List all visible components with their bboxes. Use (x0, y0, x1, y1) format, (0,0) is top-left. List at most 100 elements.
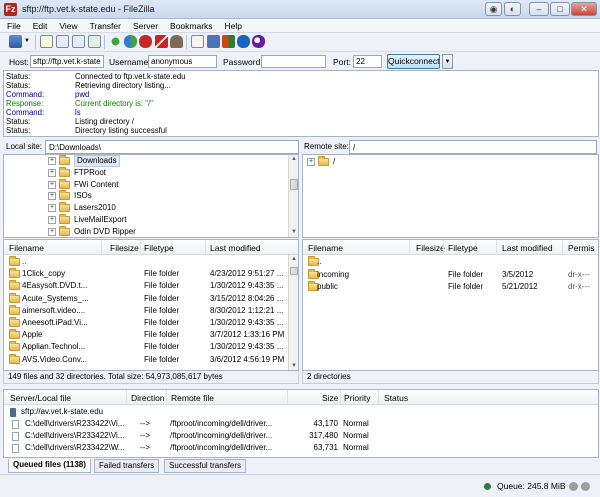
tree-item[interactable]: + Downloads (4, 155, 284, 167)
file-row[interactable]: .. (4, 256, 287, 267)
reconnect-icon[interactable] (170, 35, 183, 48)
tree-item[interactable]: + Odin DVD Ripper (4, 225, 284, 237)
menu-edit[interactable]: Edit (26, 19, 53, 31)
cancel-icon[interactable] (139, 35, 152, 48)
column-filename[interactable]: Filename (308, 243, 343, 253)
expand-icon[interactable]: + (48, 168, 56, 177)
column-server-local-file[interactable]: Server/Local file (10, 393, 71, 403)
column-status[interactable]: Status (384, 393, 408, 403)
queue-item[interactable]: C:\dell\drivers\R233422\Vi... --> /ftproot… (4, 418, 598, 430)
scroll-down-icon[interactable]: ▼ (289, 362, 298, 370)
expand-icon[interactable]: + (48, 204, 56, 213)
local-directory-tree[interactable]: ▲ ▼ + Downloads + FTPRoot + FWi Content + ISOs +… (3, 154, 299, 238)
column-remote-file[interactable]: Remote file (171, 393, 214, 403)
scroll-up-icon[interactable]: ▲ (289, 155, 298, 164)
sync-browse-icon[interactable] (237, 35, 250, 48)
theme-icon[interactable]: ◐ (504, 2, 521, 16)
compare-icon[interactable] (222, 35, 235, 48)
file-row[interactable]: aimersoft.video.... File folder 8/30/2012 … (4, 304, 287, 316)
message-log[interactable]: Status: Connected to ftp.vet.k-state.edu S… (3, 70, 599, 137)
host-input[interactable]: sftp://ftp.vet.k-state (30, 55, 104, 68)
column-filesize[interactable]: Filesize (416, 243, 445, 253)
refresh-icon[interactable] (109, 35, 122, 48)
expand-icon[interactable]: + (48, 216, 56, 224)
remote-site-input[interactable]: / (349, 140, 597, 154)
view-hidden-icon[interactable] (191, 35, 204, 48)
process-queue-icon[interactable] (124, 35, 137, 48)
file-row[interactable]: AVS.Video.Conv... File folder 3/6/2012 4:5… (4, 353, 287, 365)
remote-file-list[interactable]: Filename Filesize Filetype Last modified… (302, 239, 599, 371)
column-last-modified[interactable]: Last modified (502, 243, 553, 253)
local-site-input[interactable]: D:\Downloads\ (45, 140, 299, 154)
quickconnect-dropdown-icon[interactable]: ▼ (442, 54, 453, 69)
column-filesize[interactable]: Filesize (110, 243, 139, 253)
column-last-modified[interactable]: Last modified (210, 243, 261, 253)
search-icon[interactable] (252, 35, 265, 48)
maximize-button[interactable]: □ (550, 2, 570, 16)
site-manager-dropdown-icon[interactable]: ▼ (24, 35, 32, 48)
toggle-remote-tree-icon[interactable] (72, 35, 85, 48)
disconnect-icon[interactable] (155, 35, 168, 48)
menu-server[interactable]: Server (126, 19, 163, 31)
transfer-queue[interactable]: Server/Local file Direction Remote file … (3, 389, 599, 458)
tab-successful-transfers[interactable]: Successful transfers (164, 459, 247, 473)
scroll-down-icon[interactable]: ▼ (289, 228, 298, 237)
local-list-scrollbar[interactable]: ▲ ▼ (288, 255, 298, 370)
file-row[interactable]: Aneesoft.iPad.Vi... File folder 1/30/2012 … (4, 317, 287, 328)
column-filename[interactable]: Filename (9, 243, 44, 253)
queue-item[interactable]: C:\dell\drivers\R233422\Vi... --> /ftproot… (4, 430, 598, 442)
file-row[interactable]: Acute_Systems_... File folder 3/15/2012 8:… (4, 292, 287, 304)
scroll-thumb[interactable] (290, 179, 298, 190)
file-row[interactable]: public File folder 5/21/2012 dr-x--- (303, 281, 598, 292)
quickconnect-button[interactable]: Quickconnect (387, 54, 440, 69)
scroll-thumb[interactable] (290, 267, 298, 275)
column-direction[interactable]: Direction (131, 393, 165, 403)
filter-icon[interactable] (207, 35, 220, 48)
minimize-button[interactable]: – (529, 2, 549, 16)
username-input[interactable]: anonymous (148, 55, 217, 68)
column-permissions[interactable]: Permis (568, 243, 594, 253)
password-input[interactable] (261, 55, 326, 68)
menu-help[interactable]: Help (218, 19, 247, 31)
queue-item[interactable]: C:\dell\drivers\R233422\W... --> /ftproot/… (4, 442, 598, 454)
toggle-local-tree-icon[interactable] (56, 35, 69, 48)
site-manager-icon[interactable] (9, 35, 22, 48)
queue-server-row[interactable]: sftp://av.vet.k-state.edu (4, 406, 598, 418)
file-row[interactable]: .. (303, 256, 598, 267)
tree-item[interactable]: + FTPRoot (4, 166, 284, 179)
local-tree-scrollbar[interactable]: ▲ ▼ (288, 155, 298, 237)
file-row[interactable]: incoming File folder 3/5/2012 dr-x--- (303, 268, 598, 280)
local-file-list[interactable]: Filename Filesize Filetype Last modified… (3, 239, 299, 371)
expand-icon[interactable]: + (48, 180, 56, 189)
toggle-queue-icon[interactable] (88, 35, 101, 48)
tree-item[interactable]: + FWi Content (4, 178, 284, 191)
toggle-log-icon[interactable] (40, 35, 53, 48)
menu-file[interactable]: File (0, 19, 26, 31)
menu-transfer[interactable]: Transfer (83, 19, 126, 31)
column-priority[interactable]: Priority (344, 393, 370, 403)
tree-item[interactable]: + Lasers2010 (4, 202, 284, 214)
tree-item[interactable]: + / (303, 156, 583, 168)
tree-item[interactable]: + ISOs (4, 190, 284, 202)
file-row[interactable]: 1Click_copy File folder 4/23/2012 9:51:27 … (4, 268, 287, 279)
file-row[interactable]: 4Easysoft.DVD.t... File folder 1/30/2012 9… (4, 280, 287, 291)
column-filetype[interactable]: Filetype (144, 243, 174, 253)
menu-view[interactable]: View (52, 19, 82, 31)
menu-bookmarks[interactable]: Bookmarks (163, 19, 218, 31)
tab-queued-files[interactable]: Queued files (1138) (8, 459, 91, 473)
column-size[interactable]: Size (322, 393, 339, 403)
expand-icon[interactable]: + (307, 158, 315, 166)
column-filetype[interactable]: Filetype (448, 243, 478, 253)
tree-item[interactable]: + LiveMailExport (4, 214, 284, 226)
expand-icon[interactable]: + (48, 192, 56, 201)
scroll-up-icon[interactable]: ▲ (289, 255, 298, 264)
file-row[interactable]: Applian.Technol... File folder 1/30/2012 9… (4, 341, 287, 352)
expand-icon[interactable]: + (48, 227, 56, 236)
tab-failed-transfers[interactable]: Failed transfers (94, 459, 160, 473)
port-input[interactable]: 22 (353, 55, 382, 68)
expand-icon[interactable]: + (48, 157, 56, 165)
file-row[interactable]: Apple File folder 3/7/2012 1:33:16 PM (4, 329, 287, 340)
remote-directory-tree[interactable]: + / (302, 154, 599, 238)
aero-peek-icon[interactable]: ◉ (485, 2, 502, 16)
close-button[interactable]: ✕ (571, 2, 597, 16)
